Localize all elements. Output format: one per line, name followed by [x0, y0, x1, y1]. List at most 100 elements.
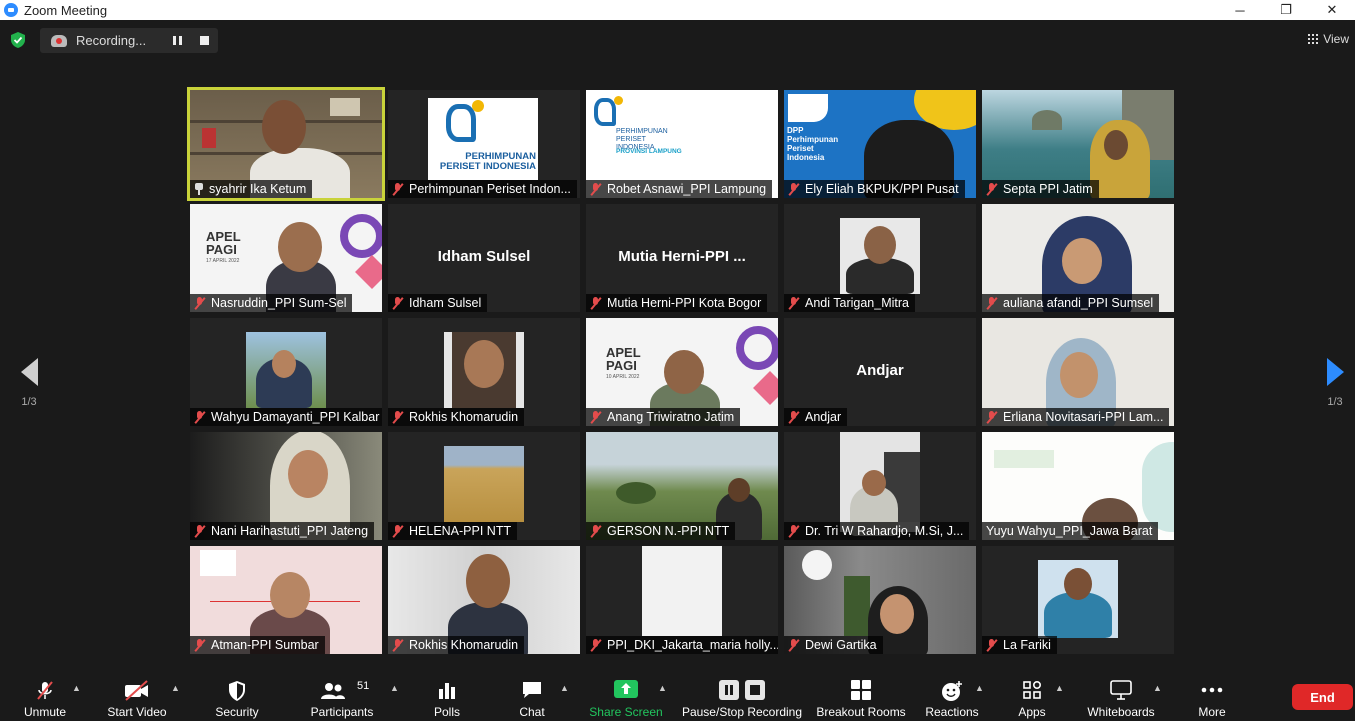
- grid-icon: [1308, 34, 1319, 44]
- view-label: View: [1323, 32, 1349, 46]
- video-tile[interactable]: Rokhis Khomarudin: [388, 546, 580, 654]
- participants-label: Participants: [310, 705, 374, 719]
- participant-name: GERSON N.-PPI NTT: [607, 524, 730, 538]
- more-button[interactable]: More: [1190, 668, 1234, 721]
- apps-caret-icon[interactable]: ▲: [1055, 683, 1064, 693]
- video-tile[interactable]: syahrir Ika Ketum: [187, 87, 385, 201]
- video-tile[interactable]: La Fariki: [982, 546, 1174, 654]
- video-tile[interactable]: Dr. Tri W Rahardjo, M.Si, J...: [784, 432, 976, 540]
- arrow-left-icon: [20, 358, 38, 386]
- view-button[interactable]: View: [1308, 32, 1349, 46]
- video-tile[interactable]: APEL PAGI 17 APRIL 2022 Nasruddin_PPI Su…: [190, 204, 382, 312]
- participant-name: Yuyu Wahyu_PPI_Jawa Barat: [986, 524, 1153, 538]
- video-tile[interactable]: Erliana Novitasari-PPI Lam...: [982, 318, 1174, 426]
- pause-stop-recording-button[interactable]: Pause/Stop Recording: [680, 668, 804, 721]
- participant-name: Dr. Tri W Rahardjo, M.Si, J...: [805, 524, 964, 538]
- participant-name: Anang Triwiratno Jatim: [607, 410, 735, 424]
- participants-icon: [321, 683, 346, 699]
- participant-name: Robet Asnawi_PPI Lampung: [607, 182, 767, 196]
- chat-button[interactable]: Chat: [508, 668, 556, 721]
- muted-mic-icon: [986, 182, 998, 196]
- video-tile[interactable]: PERHIMPUNAN PERISET INDONESIA PROVINSI L…: [586, 90, 778, 198]
- start-video-button[interactable]: Start Video: [100, 668, 174, 721]
- video-tile[interactable]: Wahyu Damayanti_PPI Kalbar: [190, 318, 382, 426]
- participant-name: Rokhis Khomarudin: [409, 410, 519, 424]
- muted-mic-icon: [788, 410, 800, 424]
- video-tile[interactable]: APEL PAGI 10 APRIL 2022 Anang Triwiratno…: [586, 318, 778, 426]
- video-tile[interactable]: GERSON N.-PPI NTT: [586, 432, 778, 540]
- minimize-button[interactable]: ─: [1217, 0, 1263, 20]
- end-meeting-button[interactable]: End: [1292, 684, 1353, 710]
- reactions-caret-icon[interactable]: ▲: [975, 683, 984, 693]
- video-tile[interactable]: Yuyu Wahyu_PPI_Jawa Barat: [982, 432, 1174, 540]
- participants-button[interactable]: 51 Participants: [305, 668, 379, 721]
- chat-caret-icon[interactable]: ▲: [560, 683, 569, 693]
- close-button[interactable]: ✕: [1309, 0, 1355, 20]
- polls-button[interactable]: Polls: [422, 668, 472, 721]
- pause-recording-icon[interactable]: [173, 36, 182, 45]
- banner-title: APEL PAGI: [606, 345, 641, 373]
- video-tile[interactable]: Andi Tarigan_Mitra: [784, 204, 976, 312]
- arrow-right-icon: [1326, 358, 1344, 386]
- reactions-button[interactable]: Reactions: [922, 668, 982, 721]
- share-screen-caret-icon[interactable]: ▲: [658, 683, 667, 693]
- video-tile[interactable]: PPI_DKI_Jakarta_maria holly...: [586, 546, 778, 654]
- chat-label: Chat: [519, 705, 545, 719]
- muted-mic-icon: [986, 638, 998, 652]
- security-label: Security: [215, 705, 259, 719]
- banner-date: 10 APRIL 2022: [606, 374, 640, 380]
- breakout-rooms-icon: [851, 680, 871, 700]
- meeting-toolbar: Unmute ▲ Start Video ▲ Security 51 Parti…: [0, 668, 1355, 721]
- video-tile[interactable]: Andjar Andjar: [784, 318, 976, 426]
- audio-options-caret-icon[interactable]: ▲: [72, 683, 81, 693]
- video-tile[interactable]: PERHIMPUNAN PERISET INDONESIA Perhimpuna…: [388, 90, 580, 198]
- apps-icon: [1023, 680, 1042, 699]
- unmute-button[interactable]: Unmute: [14, 668, 76, 721]
- participant-name: Idham Sulsel: [409, 296, 482, 310]
- muted-mic-icon: [788, 638, 800, 652]
- stop-recording-icon[interactable]: [200, 36, 209, 45]
- video-tile[interactable]: Nani Harihastuti_PPI Jateng: [190, 432, 382, 540]
- cloud-recording-icon: [51, 34, 67, 47]
- video-tile[interactable]: Atman-PPI Sumbar: [190, 546, 382, 654]
- video-off-icon: [125, 680, 148, 701]
- previous-page-button[interactable]: 1/3: [14, 358, 44, 408]
- whiteboards-button[interactable]: Whiteboards: [1082, 668, 1160, 721]
- restore-button[interactable]: ❐: [1263, 0, 1309, 20]
- banner-title: APEL PAGI: [206, 229, 241, 257]
- muted-mic-icon: [590, 524, 602, 538]
- participant-name: Nasruddin_PPI Sum-Sel: [211, 296, 347, 310]
- participant-name: Andi Tarigan_Mitra: [805, 296, 909, 310]
- share-screen-label: Share Screen: [589, 705, 663, 719]
- page-indicator-right: 1/3: [1327, 396, 1343, 408]
- banner-text: DPP Perhimpunan Periset Indonesia: [787, 126, 839, 162]
- encryption-shield-icon[interactable]: [9, 31, 27, 49]
- share-screen-button[interactable]: Share Screen: [588, 668, 664, 721]
- video-tile[interactable]: Rokhis Khomarudin: [388, 318, 580, 426]
- whiteboards-caret-icon[interactable]: ▲: [1153, 683, 1162, 693]
- window-title: Zoom Meeting: [24, 2, 108, 18]
- apps-button[interactable]: Apps: [1007, 668, 1057, 721]
- video-tile[interactable]: DPP Perhimpunan Periset Indonesia Ely El…: [784, 90, 976, 198]
- video-tile[interactable]: Mutia Herni-PPI ... Mutia Herni-PPI Kota…: [586, 204, 778, 312]
- unmute-label: Unmute: [23, 705, 67, 719]
- participants-caret-icon[interactable]: ▲: [390, 683, 399, 693]
- share-screen-icon: [614, 680, 638, 698]
- security-button[interactable]: Security: [205, 668, 269, 721]
- video-tile[interactable]: Idham Sulsel Idham Sulsel: [388, 204, 580, 312]
- more-dots-icon: [1201, 687, 1223, 693]
- recording-label: Recording...: [76, 33, 147, 48]
- video-tile[interactable]: HELENA-PPI NTT: [388, 432, 580, 540]
- zoom-app-icon: [4, 3, 18, 17]
- next-page-button[interactable]: 1/3: [1320, 358, 1350, 408]
- participant-name: La Fariki: [1003, 638, 1051, 652]
- polls-label: Polls: [433, 705, 460, 719]
- window-controls: ─ ❐ ✕: [1217, 0, 1355, 20]
- whiteboard-icon: [1110, 680, 1132, 700]
- video-tile[interactable]: Septa PPI Jatim: [982, 90, 1174, 198]
- reactions-icon: [942, 681, 962, 701]
- video-tile[interactable]: auliana afandi_PPI Sumsel: [982, 204, 1174, 312]
- video-options-caret-icon[interactable]: ▲: [171, 683, 180, 693]
- breakout-rooms-button[interactable]: Breakout Rooms: [815, 668, 907, 721]
- video-tile[interactable]: Dewi Gartika: [784, 546, 976, 654]
